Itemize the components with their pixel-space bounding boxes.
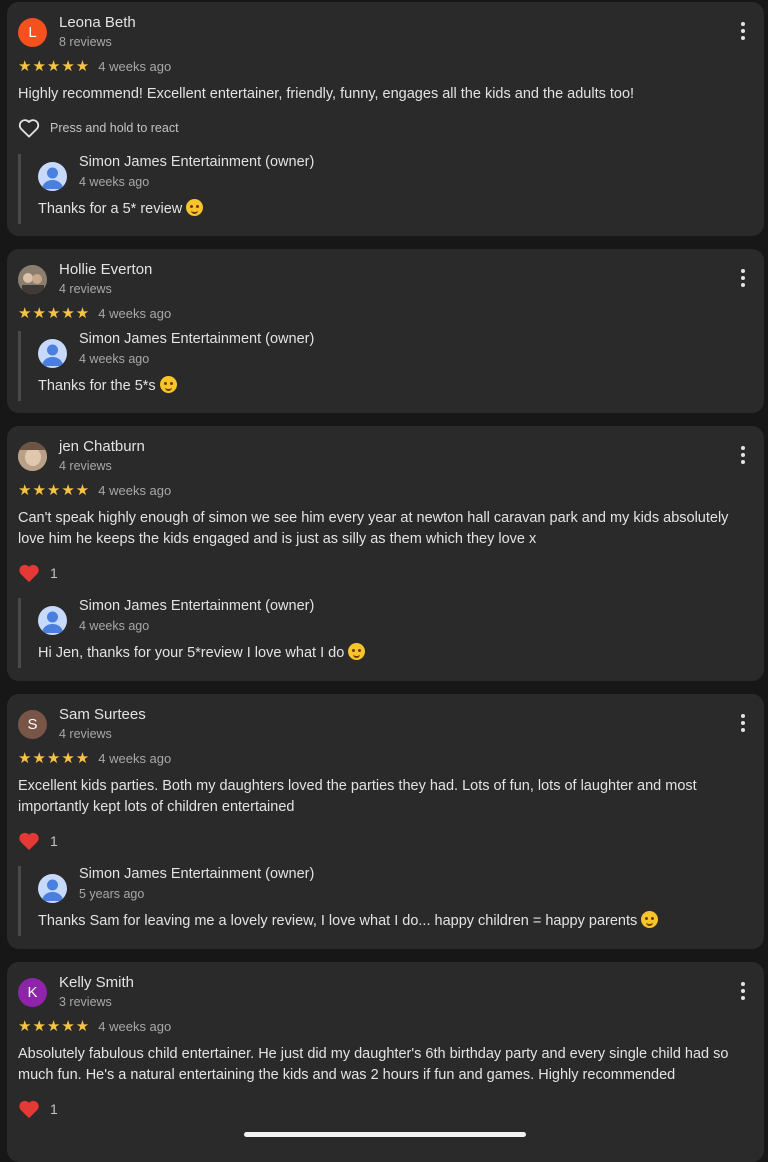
- star-rating: ★★★★★: [18, 1018, 91, 1035]
- star-rating: ★★★★★: [18, 482, 91, 499]
- review-time: 4 weeks ago: [98, 750, 172, 766]
- review-card: jen Chatburn 4 reviews ★★★★★ 4 weeks ago…: [7, 426, 764, 681]
- owner-name: Simon James Entertainment (owner): [79, 598, 315, 614]
- review-count: 4 reviews: [59, 727, 112, 741]
- review-text: Absolutely fabulous child entertainer. H…: [18, 1046, 729, 1083]
- owner-avatar-icon: [38, 339, 67, 368]
- reply-date: 4 weeks ago: [79, 352, 150, 366]
- rating-row: ★★★★★ 4 weeks ago: [18, 1017, 171, 1035]
- rating-row: ★★★★★ 4 weeks ago: [18, 481, 171, 499]
- reaction-count[interactable]: 1: [18, 1099, 58, 1119]
- avatar[interactable]: [18, 442, 47, 471]
- review-time: 4 weeks ago: [98, 58, 172, 74]
- star-struck-emoji-icon: [348, 643, 366, 660]
- reply-date: 4 weeks ago: [79, 175, 150, 189]
- more-options-icon[interactable]: [738, 982, 748, 1002]
- reaction-count-value: 1: [50, 833, 58, 849]
- review-time: 4 weeks ago: [98, 305, 172, 321]
- rating-row: ★★★★★ 4 weeks ago: [18, 304, 171, 322]
- reviewer-name[interactable]: Hollie Everton: [59, 261, 152, 278]
- smiling-hearts-emoji-icon: [159, 376, 177, 393]
- owner-reply: Simon James Entertainment (owner) 5 year…: [18, 866, 750, 936]
- reviewer-name[interactable]: jen Chatburn: [59, 438, 145, 455]
- reply-date: 5 years ago: [79, 887, 145, 901]
- owner-avatar-icon: [38, 162, 67, 191]
- rating-row: ★★★★★ 4 weeks ago: [18, 749, 171, 767]
- heart-outline-icon: [18, 119, 40, 138]
- avatar[interactable]: L: [18, 18, 47, 47]
- owner-name: Simon James Entertainment (owner): [79, 866, 315, 882]
- owner-name: Simon James Entertainment (owner): [79, 331, 315, 347]
- heart-icon: [19, 832, 39, 851]
- owner-reply: Simon James Entertainment (owner) 4 week…: [18, 598, 750, 668]
- home-indicator[interactable]: [244, 1132, 526, 1137]
- heart-icon: [19, 564, 39, 583]
- star-rating: ★★★★★: [18, 750, 91, 767]
- reply-text: Hi Jen, thanks for your 5*review I love …: [38, 643, 366, 661]
- more-options-icon[interactable]: [738, 714, 748, 734]
- reviewer-name[interactable]: Leona Beth: [59, 14, 136, 31]
- review-text: Can't speak highly enough of simon we se…: [18, 510, 729, 547]
- more-options-icon[interactable]: [738, 446, 748, 466]
- review-count: 4 reviews: [59, 459, 112, 473]
- review-count: 8 reviews: [59, 35, 112, 49]
- avatar[interactable]: K: [18, 978, 47, 1007]
- owner-reply: Simon James Entertainment (owner) 4 week…: [18, 154, 750, 224]
- avatar[interactable]: [18, 265, 47, 294]
- reaction-count-value: 1: [50, 565, 58, 581]
- more-options-icon[interactable]: [738, 269, 748, 289]
- review-count: 4 reviews: [59, 282, 112, 296]
- owner-reply: Simon James Entertainment (owner) 4 week…: [18, 331, 750, 401]
- star-rating: ★★★★★: [18, 305, 91, 322]
- review-card: L Leona Beth 8 reviews ★★★★★ 4 weeks ago…: [7, 2, 764, 236]
- avatar[interactable]: S: [18, 710, 47, 739]
- smiling-hearts-emoji-icon: [186, 199, 204, 216]
- reaction-count-value: 1: [50, 1101, 58, 1117]
- review-text: Excellent kids parties. Both my daughter…: [18, 778, 697, 815]
- rating-row: ★★★★★ 4 weeks ago: [18, 57, 171, 75]
- review-card: Hollie Everton 4 reviews ★★★★★ 4 weeks a…: [7, 249, 764, 413]
- review-card: S Sam Surtees 4 reviews ★★★★★ 4 weeks ag…: [7, 694, 764, 949]
- review-count: 3 reviews: [59, 995, 112, 1009]
- reply-text: Thanks for a 5* review: [38, 199, 204, 217]
- review-text: Highly recommend! Excellent entertainer,…: [18, 86, 635, 102]
- reviewer-name[interactable]: Kelly Smith: [59, 974, 134, 991]
- react-button[interactable]: Press and hold to react: [18, 118, 179, 138]
- owner-name: Simon James Entertainment (owner): [79, 154, 315, 170]
- reaction-count[interactable]: 1: [18, 563, 58, 583]
- star-rating: ★★★★★: [18, 58, 91, 75]
- reaction-count[interactable]: 1: [18, 831, 58, 851]
- owner-avatar-icon: [38, 874, 67, 903]
- reply-text: Thanks Sam for leaving me a lovely revie…: [38, 911, 659, 929]
- heart-icon: [19, 1100, 39, 1119]
- smiling-hearts-emoji-icon: [641, 911, 659, 928]
- more-options-icon[interactable]: [738, 22, 748, 42]
- react-label: Press and hold to react: [50, 121, 179, 135]
- review-time: 4 weeks ago: [98, 1018, 172, 1034]
- reviewer-name[interactable]: Sam Surtees: [59, 706, 146, 723]
- owner-avatar-icon: [38, 606, 67, 635]
- review-time: 4 weeks ago: [98, 482, 172, 498]
- reply-date: 4 weeks ago: [79, 619, 150, 633]
- reply-text: Thanks for the 5*s: [38, 376, 177, 394]
